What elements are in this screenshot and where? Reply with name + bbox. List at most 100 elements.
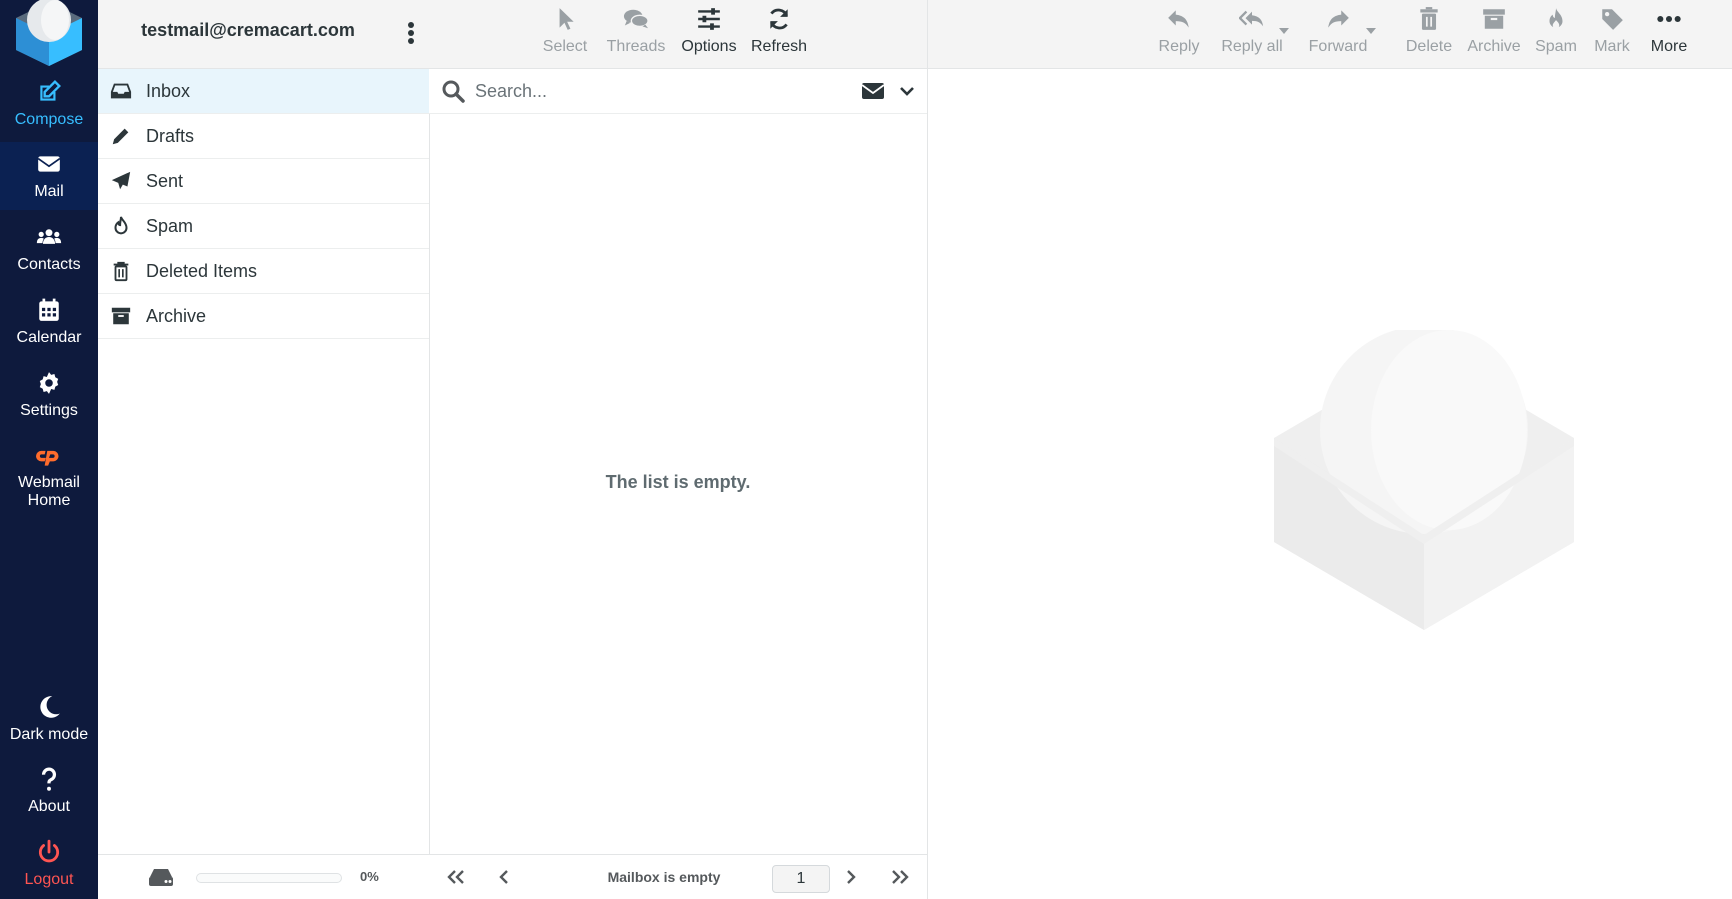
reply-button[interactable]: Reply [1154,6,1204,62]
folder-label: Deleted Items [146,260,258,281]
folder-panel-header: testmail@cremacart.com [98,0,429,69]
chevron-down-icon[interactable] [899,83,915,99]
logout-button[interactable]: Logout [0,830,98,898]
comments-icon [623,9,649,29]
horizontal-dots-icon [1657,15,1681,23]
more-label: More [1650,38,1688,55]
envelope-icon [37,156,61,172]
spam-button[interactable]: Spam [1532,6,1580,62]
spam-label: Spam [1535,38,1577,55]
trash-icon [113,261,129,282]
threads-button[interactable]: Threads [601,6,671,62]
cursor-pointer-icon [559,8,574,30]
power-icon [38,839,60,863]
folder-label: Drafts [146,125,195,146]
logout-label: Logout [24,871,74,888]
reply-all-icon [1239,10,1264,27]
delete-label: Delete [1405,38,1453,55]
select-label: Select [542,38,588,55]
empty-list-message: The list is empty. [605,472,751,492]
folder-panel: testmail@cremacart.com Inbox Drafts Sent… [98,0,430,899]
nav-calendar[interactable]: Calendar [0,288,98,356]
webmail-home-label: Webmail Home [18,474,80,509]
page-number-input[interactable] [772,865,830,893]
list-toolbar: Select Threads Options Refresh [429,0,927,69]
gear-icon [39,372,59,394]
nav-webmail-home[interactable]: Webmail Home [0,437,98,517]
folder-spam[interactable]: Spam [98,204,429,249]
reply-label: Reply [1158,38,1200,55]
folder-deleted-items[interactable]: Deleted Items [98,249,429,294]
folder-archive[interactable]: Archive [98,294,429,339]
select-button[interactable]: Select [535,6,595,62]
fire-icon [1549,8,1563,29]
dark-mode-toggle[interactable]: Dark mode [0,685,98,753]
envelope-filter-icon[interactable] [861,81,885,101]
message-list-panel: Select Threads Options Refresh Search...… [429,0,928,899]
moon-icon [40,696,60,718]
roundcube-logo-icon [16,0,82,66]
nav-mail[interactable]: Mail [0,142,98,210]
forward-label: Forward [1308,38,1368,55]
folder-label: Archive [146,305,207,326]
more-button[interactable]: More [1644,6,1694,62]
reply-all-label: Reply all [1221,38,1283,55]
compose-icon [40,80,61,101]
account-email: testmail@cremacart.com [141,20,355,40]
compose-label: Compose [14,111,84,128]
archive-button[interactable]: Archive [1464,6,1524,62]
archive-label: Archive [1467,38,1521,55]
tag-icon [1602,9,1623,30]
compose-button[interactable]: Compose [0,70,98,138]
refresh-icon [770,8,788,30]
paper-plane-icon [111,171,131,190]
users-icon [36,229,62,244]
first-page-icon[interactable] [445,867,467,887]
folder-label: Spam [146,215,194,236]
folder-sent[interactable]: Sent [98,159,429,204]
hard-drive-icon [149,869,173,886]
message-toolbar: Reply Reply all Forward Delete Archive S… [928,0,1732,69]
search-input[interactable] [473,75,827,107]
threads-label: Threads [606,38,666,55]
next-page-icon[interactable] [840,867,862,887]
refresh-label: Refresh [750,38,808,55]
trash-icon [1420,7,1438,30]
options-label: Options [681,38,737,55]
reply-icon [1168,10,1189,28]
mark-label: Mark [1594,38,1630,55]
main-navigation: Compose Mail Contacts Calendar Settings … [0,0,98,899]
calendar-icon [39,298,59,321]
forward-dropdown-icon[interactable] [1365,27,1377,35]
nav-settings[interactable]: Settings [0,361,98,429]
delete-button[interactable]: Delete [1402,6,1456,62]
nav-contacts[interactable]: Contacts [0,215,98,283]
message-preview-pane: Reply Reply all Forward Delete Archive S… [928,0,1732,899]
folder-drafts[interactable]: Drafts [98,114,429,159]
refresh-button[interactable]: Refresh [747,6,811,62]
contacts-label: Contacts [17,256,81,273]
settings-label: Settings [20,402,78,419]
mark-button[interactable]: Mark [1588,6,1636,62]
about-label: About [28,798,70,815]
quota-percentage: 0% [360,869,379,884]
reply-all-dropdown-icon[interactable] [1278,27,1290,35]
dark-mode-label: Dark mode [9,726,89,743]
search-icon [442,80,465,103]
fire-icon [114,216,128,235]
folder-label: Sent [146,170,184,191]
inbox-icon [110,83,132,99]
folder-label: Inbox [146,80,191,101]
previous-page-icon[interactable] [493,867,515,887]
forward-icon [1328,10,1349,28]
roundcube-watermark-icon [1274,330,1574,630]
roundcube-logo[interactable] [0,0,98,70]
vertical-dots-menu-icon[interactable] [404,18,418,48]
quota-progress-bar [196,873,342,883]
options-button[interactable]: Options [677,6,741,62]
nav-about[interactable]: About [0,757,98,825]
last-page-icon[interactable] [889,867,911,887]
question-mark-icon [41,767,56,791]
folder-inbox[interactable]: Inbox [98,69,429,114]
quota-bar-footer: 0% [98,854,429,899]
